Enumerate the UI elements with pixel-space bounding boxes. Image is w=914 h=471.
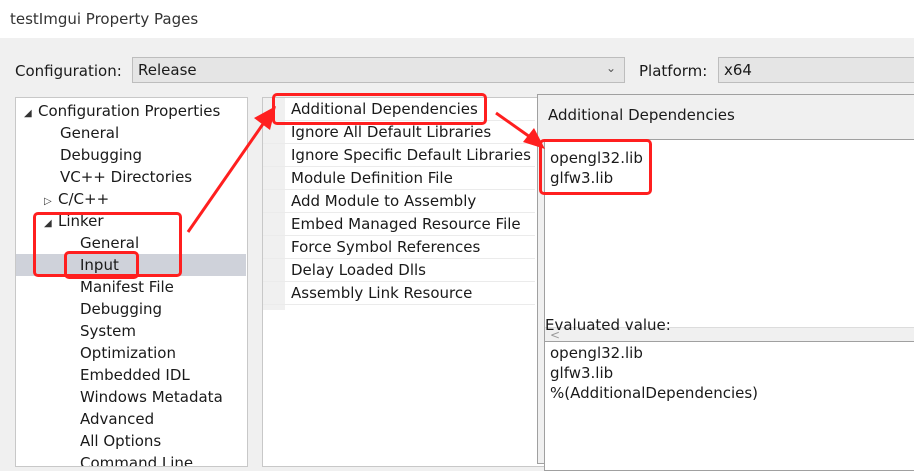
- annotation-arrow-line: [495, 111, 531, 139]
- annotation-arrow-line: [186, 123, 265, 233]
- annotation-arrow-head: [254, 106, 276, 130]
- annotation-arrows: [186, 106, 545, 233]
- annotation-arrow-head: [523, 128, 545, 149]
